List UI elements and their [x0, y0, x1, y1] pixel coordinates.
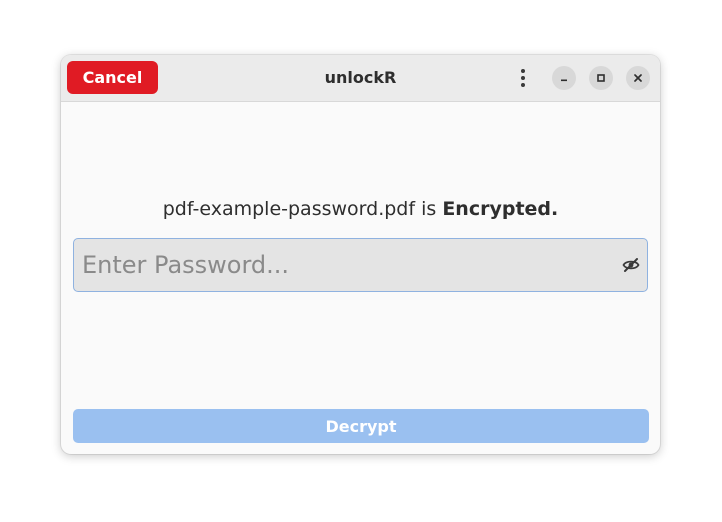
encryption-status: pdf-example-password.pdf is Encrypted.	[61, 198, 660, 220]
close-button[interactable]	[626, 66, 650, 90]
file-name: pdf-example-password.pdf	[162, 198, 416, 220]
maximize-icon	[597, 74, 605, 82]
encryption-state: Encrypted.	[442, 198, 559, 220]
decrypt-button[interactable]: Decrypt	[73, 409, 649, 443]
vertical-ellipsis-icon[interactable]	[511, 66, 535, 90]
password-input[interactable]	[82, 239, 612, 291]
password-field[interactable]	[73, 238, 648, 292]
main-content: pdf-example-password.pdf is Encrypted. D…	[61, 102, 660, 454]
maximize-button[interactable]	[589, 66, 613, 90]
minimize-icon	[561, 79, 567, 82]
app-window: Cancel unlockR pdf-example-password.pdf …	[61, 55, 660, 454]
minimize-button[interactable]	[552, 66, 576, 90]
eye-hidden-icon[interactable]	[621, 255, 641, 275]
close-icon	[634, 74, 642, 82]
header-bar: Cancel unlockR	[61, 55, 660, 102]
status-verb: is	[415, 198, 443, 220]
